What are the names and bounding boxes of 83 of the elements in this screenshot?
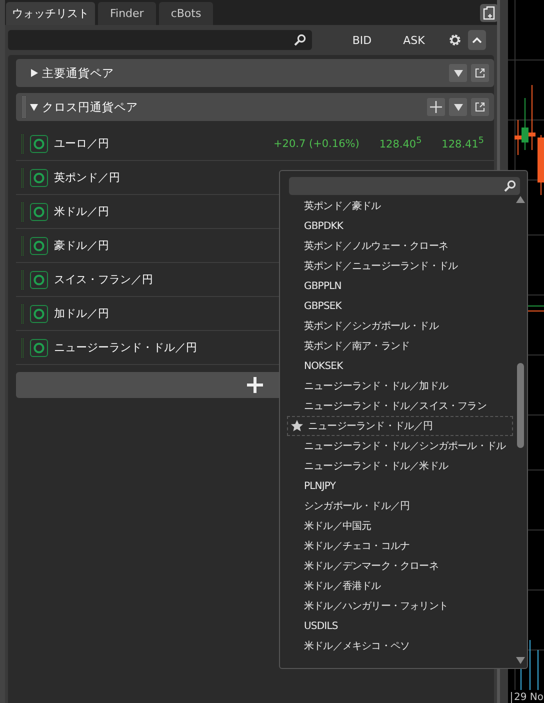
- price-change: +20.7 (+0.16%): [273, 138, 360, 150]
- drag-handle[interactable]: [21, 202, 24, 222]
- group-title: 主要通貨ペア: [42, 66, 114, 80]
- symbol-option[interactable]: シンガポール・ドル／円: [287, 496, 513, 516]
- symbol-icon[interactable]: [30, 134, 48, 152]
- column-header: ASK: [402, 34, 426, 46]
- scroll-up-icon[interactable]: [516, 196, 525, 203]
- drag-handle[interactable]: [21, 270, 24, 290]
- symbol-name[interactable]: 豪ドル／円: [54, 238, 109, 253]
- symbol-icon[interactable]: [30, 338, 48, 356]
- chevron-up-icon: [472, 37, 482, 43]
- symbol-name[interactable]: ニュージーランド・ドル／円: [54, 340, 197, 355]
- group-title: クロス円通貨ペア: [42, 100, 138, 114]
- star-icon[interactable]: [290, 419, 304, 433]
- expand-icon[interactable]: [30, 69, 38, 77]
- drag-handle[interactable]: [21, 304, 24, 324]
- symbol-option[interactable]: NOKSEK: [287, 356, 513, 376]
- symbol-option[interactable]: 英ポンド／ノルウェー・クローネ: [287, 236, 513, 256]
- symbol-option[interactable]: USDILS: [287, 616, 513, 636]
- plus-icon: [247, 377, 263, 393]
- search-field[interactable]: [8, 30, 312, 50]
- collapse-button[interactable]: [468, 30, 486, 50]
- symbol-option[interactable]: 米ドル／メキシコ・ペソ: [287, 636, 513, 656]
- bid-price: 128.40$^{5}$: [379, 136, 422, 151]
- symbol-icon[interactable]: [30, 202, 48, 220]
- symbol-option[interactable]: GBPSEK: [287, 296, 513, 316]
- symbol-name[interactable]: スイス・フラン／円: [54, 272, 153, 287]
- symbol-name[interactable]: 英ポンド／円: [54, 170, 120, 185]
- symbol-name[interactable]: 米ドル／円: [54, 204, 109, 219]
- symbol-option[interactable]: 米ドル／チェコ・コルナ: [287, 536, 513, 556]
- symbol-option[interactable]: 英ポンド／南ア・ランド: [287, 336, 513, 356]
- search-icon[interactable]: [504, 180, 516, 192]
- search-field[interactable]: [289, 177, 520, 195]
- collapse-icon[interactable]: [30, 103, 38, 111]
- symbol-option[interactable]: 英ポンド／豪ドル: [287, 196, 513, 216]
- symbol-name[interactable]: ユーロ／円: [54, 136, 109, 151]
- symbol-option[interactable]: GBPDKK: [287, 216, 513, 236]
- symbol-option[interactable]: 米ドル／香港ドル: [287, 576, 513, 596]
- symbol-option[interactable]: GBPPLN: [287, 276, 513, 296]
- plus-icon: [430, 101, 442, 113]
- drag-handle[interactable]: [21, 134, 24, 154]
- column-header: BID: [351, 34, 373, 46]
- symbol-name[interactable]: 加ドル／円: [54, 306, 109, 321]
- caret-icon: [454, 70, 462, 76]
- scroll-down-icon[interactable]: [516, 657, 525, 664]
- symbol-option[interactable]: PLNJPY: [287, 476, 513, 496]
- search-icon[interactable]: [294, 34, 306, 46]
- pop-out-button[interactable]: [471, 98, 489, 116]
- new-window-button[interactable]: [480, 4, 498, 22]
- drag-handle[interactable]: [21, 168, 24, 188]
- dropdown-button[interactable]: [449, 64, 467, 82]
- symbol-icon[interactable]: [30, 236, 48, 254]
- symbol-option[interactable]: ニュージーランド・ドル／スイス・フラン: [287, 396, 513, 416]
- pop-out-icon: [475, 68, 485, 78]
- symbol-option[interactable]: 英ポンド／ニュージーランド・ドル: [287, 256, 513, 276]
- symbol-option[interactable]: 米ドル／デンマーク・クローネ: [287, 556, 513, 576]
- group-header[interactable]: クロス円通貨ペア: [16, 93, 494, 121]
- symbol-option[interactable]: ニュージーランド・ドル／円: [287, 416, 513, 436]
- pop-out-button[interactable]: [471, 64, 489, 82]
- symbol-option[interactable]: 英ポンド／シンガポール・ドル: [287, 316, 513, 336]
- symbol-option[interactable]: ニュージーランド・ドル／シンガポール・ドル: [287, 436, 513, 456]
- scroll-thumb[interactable]: [517, 363, 524, 448]
- drag-handle[interactable]: [21, 236, 24, 256]
- pop-out-icon: [475, 102, 485, 112]
- add-button[interactable]: [427, 98, 445, 116]
- symbol-option[interactable]: ニュージーランド・ドル／加ドル: [287, 376, 513, 396]
- dropdown-button[interactable]: [449, 98, 467, 116]
- tab[interactable]: cBots: [158, 2, 214, 25]
- tab[interactable]: ウォッチリスト: [6, 2, 95, 25]
- symbol-icon[interactable]: [30, 168, 48, 186]
- drag-handle[interactable]: [21, 338, 24, 358]
- tab[interactable]: Finder: [98, 2, 156, 25]
- symbol-icon[interactable]: [30, 304, 48, 322]
- symbol-option[interactable]: 米ドル／中国元: [287, 516, 513, 536]
- ask-price: 128.41$^{5}$: [442, 136, 484, 151]
- caret-icon: [454, 104, 462, 110]
- group-header[interactable]: 主要通貨ペア: [16, 59, 494, 87]
- settings-icon[interactable]: [448, 33, 462, 47]
- date-label: 29 No: [511, 692, 544, 703]
- symbol-icon[interactable]: [30, 270, 48, 288]
- drag-handle[interactable]: [22, 96, 26, 118]
- symbol-option[interactable]: ニュージーランド・ドル／米ドル: [287, 456, 513, 476]
- symbol-option[interactable]: 米ドル／ハンガリー・フォリント: [287, 596, 513, 616]
